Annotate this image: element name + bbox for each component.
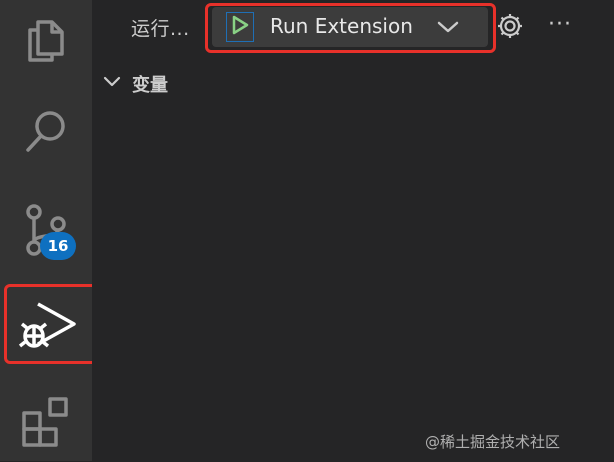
play-icon <box>231 15 249 39</box>
chevron-down-icon <box>436 17 460 41</box>
run-and-debug-button[interactable] <box>0 284 92 364</box>
variables-section-label: 变量 <box>132 75 168 96</box>
run-view-title: 运行... <box>131 18 190 40</box>
activity-bar: 16 <box>0 0 92 461</box>
search-icon <box>22 108 70 156</box>
debug-sidebar <box>92 0 614 461</box>
variables-section-header[interactable]: 变量 <box>102 70 168 98</box>
search-button[interactable] <box>0 92 92 172</box>
run-debug-icon <box>14 294 78 354</box>
explorer-button[interactable] <box>0 0 92 80</box>
extensions-button[interactable] <box>0 382 92 462</box>
more-actions-icon[interactable]: ··· <box>548 14 572 36</box>
launch-config-name: Run Extension <box>270 14 413 38</box>
gear-icon[interactable] <box>496 12 524 44</box>
chevron-down-icon <box>102 74 122 94</box>
watermark-text: @稀土掘金技术社区 <box>425 433 561 451</box>
start-debugging-button[interactable] <box>226 12 254 42</box>
scm-badge: 16 <box>40 232 76 260</box>
launch-config-dropdown[interactable]: Run Extension <box>212 7 488 47</box>
extensions-icon <box>20 395 72 449</box>
files-icon <box>24 16 68 64</box>
